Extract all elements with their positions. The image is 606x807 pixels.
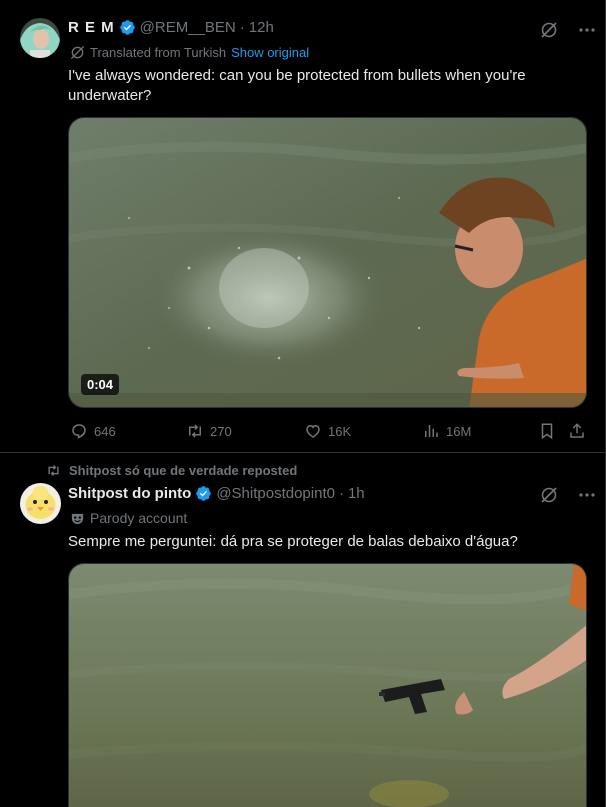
repost-context[interactable]: Shitpost só que de verdade reposted xyxy=(46,463,297,478)
views-button[interactable]: 16M xyxy=(422,422,471,440)
tweet-top-actions xyxy=(539,485,597,505)
reply-count: 646 xyxy=(94,423,116,439)
handle[interactable]: @REM__BEN xyxy=(140,19,236,36)
avatar[interactable] xyxy=(20,18,60,58)
parody-mask-icon xyxy=(70,511,85,526)
video-player[interactable]: 0:04 xyxy=(68,117,587,408)
parody-row: Parody account xyxy=(70,510,187,526)
translate-icon xyxy=(70,45,85,60)
like-count: 16K xyxy=(328,423,352,439)
repost-button[interactable]: 270 xyxy=(186,422,232,440)
parody-label: Parody account xyxy=(90,510,188,526)
handle[interactable]: @Shitpostdopint0 xyxy=(216,485,335,502)
tweet-top-actions xyxy=(539,20,597,40)
reply-icon xyxy=(70,422,88,440)
repost-icon xyxy=(46,463,61,478)
grok-icon[interactable] xyxy=(539,485,559,505)
display-name[interactable]: Shitpost do pinto xyxy=(68,485,191,502)
views-icon xyxy=(422,422,440,440)
tweet-text: I've always wondered: can you be protect… xyxy=(68,67,526,104)
separator-dot: · xyxy=(239,19,245,36)
timestamp[interactable]: 12h xyxy=(249,19,274,36)
reply-button[interactable]: 646 xyxy=(70,422,116,440)
engagement-bar: 646 270 16K 16M xyxy=(70,422,590,444)
more-icon[interactable] xyxy=(577,485,597,505)
like-icon xyxy=(304,422,322,440)
share-button[interactable] xyxy=(568,422,586,440)
verified-badge-icon[interactable] xyxy=(119,19,136,36)
grok-icon[interactable] xyxy=(539,20,559,40)
share-icon xyxy=(568,422,586,440)
translated-label: Translated from Turkish xyxy=(90,45,227,60)
video-thumbnail xyxy=(69,118,586,407)
tweet-text: Sempre me perguntei: dá pra se proteger … xyxy=(68,533,518,550)
like-button[interactable]: 16K xyxy=(304,422,351,440)
views-count: 16M xyxy=(446,423,472,439)
translation-row: Translated from Turkish Show original xyxy=(70,45,309,60)
show-original-link[interactable]: Show original xyxy=(231,45,309,60)
more-icon[interactable] xyxy=(577,20,597,40)
video-duration: 0:04 xyxy=(81,374,120,395)
repost-count: 270 xyxy=(210,423,232,439)
tweet-header: R E M @REM__BEN · 12h xyxy=(68,19,274,36)
separator-dot: · xyxy=(338,485,344,502)
verified-badge-icon[interactable] xyxy=(195,485,212,502)
video-thumbnail xyxy=(69,564,586,807)
tweet-header: Shitpost do pinto @Shitpostdopint0 · 1h xyxy=(68,485,365,502)
bookmark-icon xyxy=(538,422,556,440)
avatar[interactable] xyxy=(20,483,61,524)
display-name[interactable]: R E M xyxy=(68,19,115,36)
video-player[interactable] xyxy=(68,563,587,807)
repost-icon xyxy=(186,422,204,440)
bookmark-button[interactable] xyxy=(538,422,556,440)
tweet-shitpost[interactable]: Shitpost só que de verdade reposted Shit… xyxy=(0,454,605,807)
timestamp[interactable]: 1h xyxy=(348,485,365,502)
tweet-rem[interactable]: R E M @REM__BEN · 12h Translated from Tu… xyxy=(0,0,605,453)
repost-label: Shitpost só que de verdade reposted xyxy=(69,463,298,478)
